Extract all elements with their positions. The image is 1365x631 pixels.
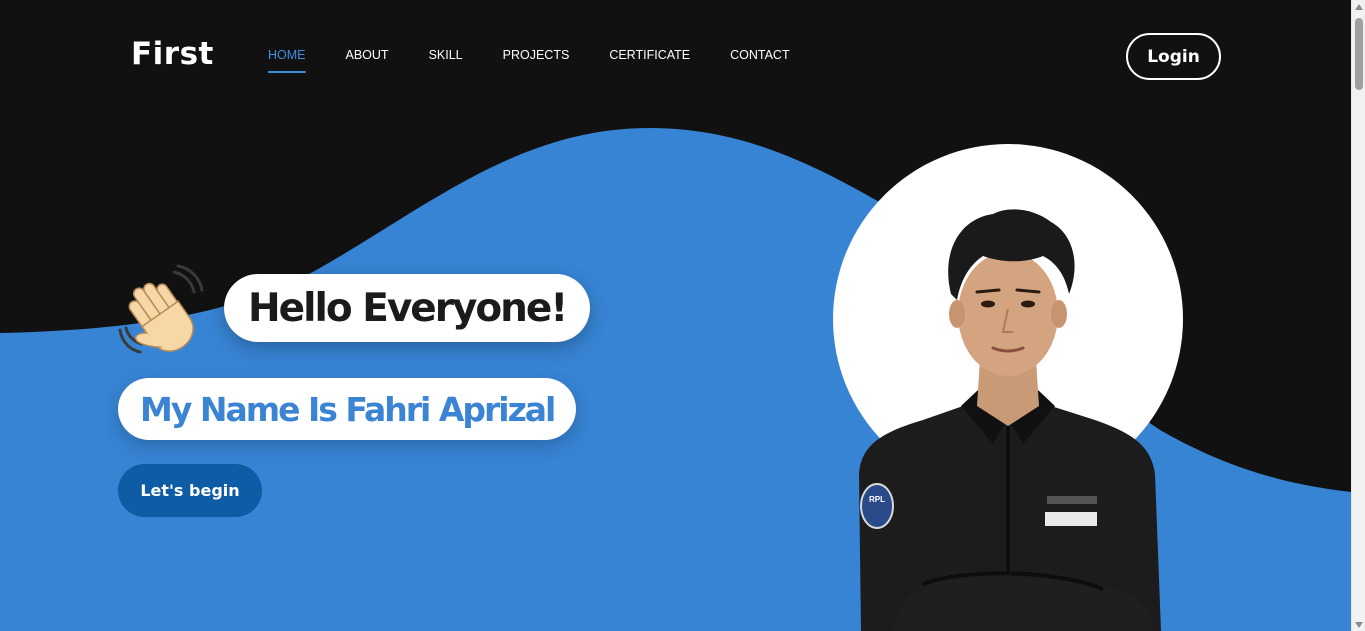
nav-link-projects[interactable]: PROJECTS (503, 48, 570, 62)
scroll-up-arrow-icon[interactable] (1355, 4, 1363, 10)
lets-begin-button[interactable]: Let's begin (118, 464, 262, 517)
nav-links: HOME ABOUT SKILL PROJECTS CERTIFICATE CO… (268, 48, 830, 73)
top-navbar: First HOME ABOUT SKILL PROJECTS CERTIFIC… (0, 0, 1351, 110)
scroll-down-arrow-icon[interactable] (1355, 622, 1363, 628)
name-text: My Name Is Fahri Aprizal (140, 389, 556, 429)
brand-logo[interactable]: First (131, 36, 214, 72)
page: First HOME ABOUT SKILL PROJECTS CERTIFIC… (0, 0, 1351, 631)
nav-link-skill[interactable]: SKILL (429, 48, 463, 62)
profile-photo: RPL (833, 144, 1183, 631)
waving-hand-icon (118, 264, 204, 354)
shoulder-badge-text: RPL (869, 495, 885, 504)
greeting-text: Hello Everyone! (248, 285, 568, 331)
name-pill: My Name Is Fahri Aprizal (118, 378, 577, 440)
login-button[interactable]: Login (1126, 33, 1221, 80)
nav-link-contact[interactable]: CONTACT (730, 48, 790, 62)
nav-link-home[interactable]: HOME (268, 48, 306, 73)
page-scrollbar[interactable] (1351, 0, 1365, 631)
nav-link-about[interactable]: ABOUT (346, 48, 389, 62)
scrollbar-thumb[interactable] (1355, 18, 1363, 90)
nav-link-certificate[interactable]: CERTIFICATE (609, 48, 690, 62)
greeting-pill: Hello Everyone! (224, 274, 591, 342)
